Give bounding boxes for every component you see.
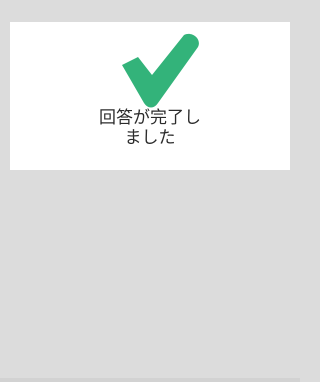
page: 回答が完了し ました xyxy=(0,0,300,382)
completion-message-line2: ました xyxy=(124,128,176,148)
bottom-strip xyxy=(0,378,300,382)
completion-message-line1: 回答が完了し xyxy=(99,108,201,128)
completion-message: 回答が完了し ました xyxy=(10,108,290,148)
completion-card: 回答が完了し ました xyxy=(10,22,290,170)
checkmark-icon xyxy=(122,33,199,108)
